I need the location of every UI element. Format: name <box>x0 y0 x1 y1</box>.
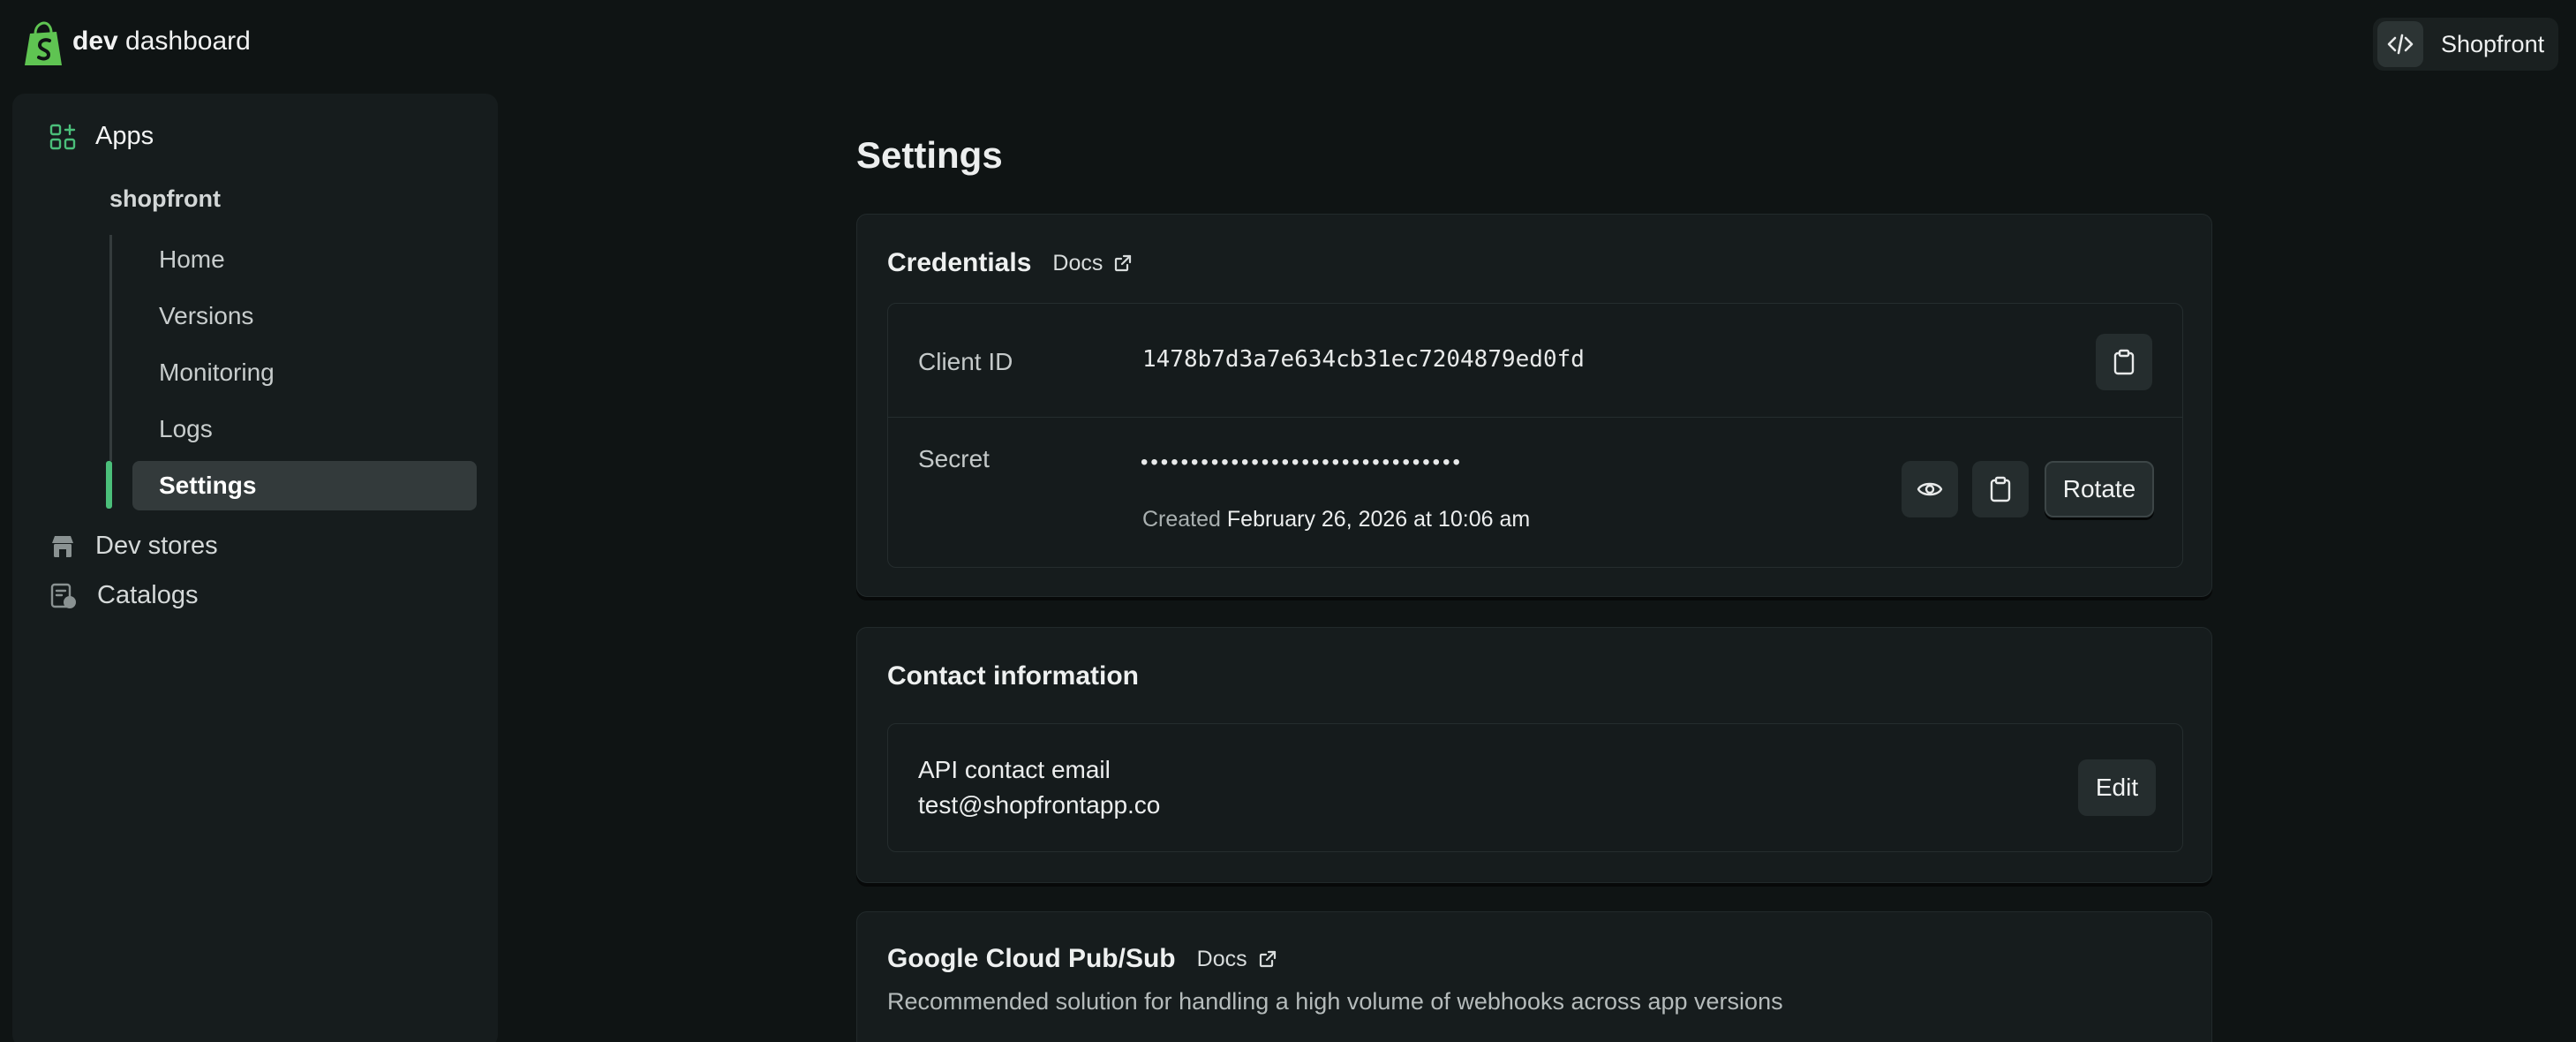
sidebar-item-versions[interactable]: Versions <box>132 291 477 341</box>
credentials-panel: Client ID 1478b7d3a7e634cb31ec7204879ed0… <box>887 303 2183 568</box>
sidebar-app-name[interactable]: shopfront <box>109 185 221 213</box>
brand-bold: dev <box>72 26 118 56</box>
sidebar-item-home[interactable]: Home <box>132 235 477 284</box>
sidebar-item-label: Settings <box>159 472 257 499</box>
api-email-label: API contact email <box>918 756 1111 783</box>
app-brand[interactable]: dev dashboard <box>72 26 251 57</box>
store-switcher-button[interactable]: Shopfront <box>2373 18 2558 71</box>
pubsub-docs-link[interactable]: Docs <box>1197 947 1277 972</box>
credentials-title: Credentials <box>887 248 1032 277</box>
credentials-header: Credentials Docs <box>887 248 1133 278</box>
catalog-icon <box>50 583 76 608</box>
brand-rest: dashboard <box>125 26 251 56</box>
contact-header: Contact information <box>887 661 1139 691</box>
sidebar: Apps shopfront Home Versions Monitoring … <box>12 94 498 1042</box>
page-title: Settings <box>856 134 1003 176</box>
copy-secret-button[interactable] <box>1972 461 2029 517</box>
code-icon <box>2377 21 2423 67</box>
pubsub-header: Google Cloud Pub/Sub Docs <box>887 944 1277 974</box>
sidebar-item-label: Apps <box>95 122 154 150</box>
rotate-secret-button[interactable]: Rotate <box>2045 461 2154 517</box>
secret-created-info: Created February 26, 2026 at 10:06 am <box>1142 507 1530 532</box>
contact-panel: API contact email test@shopfrontapp.co E… <box>887 723 2183 852</box>
top-bar: dev dashboard Shopfront <box>0 0 2576 88</box>
shopify-bag-icon[interactable] <box>23 21 64 67</box>
credentials-card: Credentials Docs Client ID 1478b7d3a7e63… <box>856 214 2212 597</box>
sidebar-item-catalogs[interactable]: Catalogs <box>49 581 198 610</box>
apps-grid-icon <box>49 124 76 149</box>
store-name: Shopfront <box>2441 30 2545 57</box>
api-email-value: test@shopfrontapp.co <box>918 791 1161 819</box>
subnav-divider <box>109 235 112 461</box>
credentials-docs-link[interactable]: Docs <box>1052 251 1133 276</box>
external-link-icon <box>1115 254 1132 272</box>
edit-contact-button[interactable]: Edit <box>2078 759 2156 816</box>
subnav-active-indicator <box>106 461 112 509</box>
client-id-value[interactable]: 1478b7d3a7e634cb31ec7204879ed0fd <box>1142 346 1585 373</box>
pubsub-title: Google Cloud Pub/Sub <box>887 944 1176 973</box>
reveal-secret-button[interactable] <box>1902 461 1958 517</box>
sidebar-item-settings[interactable]: Settings <box>132 461 477 510</box>
sidebar-item-dev-stores[interactable]: Dev stores <box>49 532 218 561</box>
sidebar-item-logs[interactable]: Logs <box>132 404 477 454</box>
docs-label: Docs <box>1052 250 1103 276</box>
created-prefix: Created <box>1142 507 1221 532</box>
sidebar-item-label: Catalogs <box>97 581 199 609</box>
store-icon <box>52 535 73 557</box>
sidebar-item-label: Logs <box>159 415 213 442</box>
clipboard-icon <box>2113 349 2135 375</box>
sidebar-item-monitoring[interactable]: Monitoring <box>132 348 477 397</box>
sidebar-item-label: Home <box>159 245 225 273</box>
docs-label: Docs <box>1196 946 1247 971</box>
clipboard-icon <box>1990 476 2011 502</box>
sidebar-item-label: Versions <box>159 302 254 329</box>
row-divider <box>888 417 2182 418</box>
contact-info-card: Contact information API contact email te… <box>856 627 2212 883</box>
secret-label: Secret <box>918 445 990 472</box>
created-date: February 26, 2026 at 10:06 am <box>1226 507 1531 532</box>
client-id-label: Client ID <box>918 348 1013 375</box>
eye-icon <box>1917 482 1943 496</box>
pubsub-card: Google Cloud Pub/Sub Docs Recommended so… <box>856 911 2212 1042</box>
contact-title: Contact information <box>887 661 1139 691</box>
pubsub-description: Recommended solution for handling a high… <box>887 988 1783 1015</box>
sidebar-item-label: Monitoring <box>159 359 275 386</box>
copy-client-id-button[interactable] <box>2096 334 2152 390</box>
sidebar-item-label: Dev stores <box>95 532 218 560</box>
sidebar-item-apps[interactable]: Apps <box>49 122 154 151</box>
external-link-icon <box>1259 950 1276 968</box>
secret-value-masked: •••••••••••••••••••••••••••••••• <box>1141 450 1463 474</box>
